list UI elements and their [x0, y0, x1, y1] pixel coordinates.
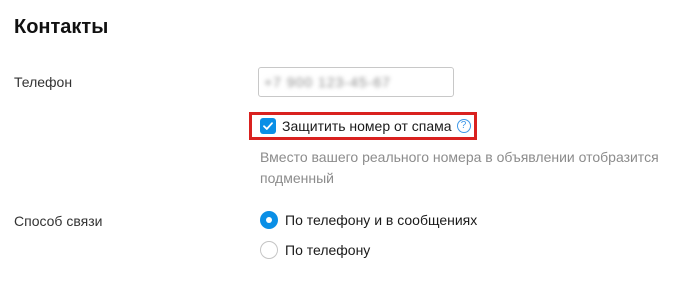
- section-title: Контакты: [14, 16, 109, 38]
- radio-label[interactable]: По телефону и в сообщениях: [285, 211, 477, 229]
- spam-protection-label[interactable]: Защитить номер от спама: [282, 117, 452, 135]
- spam-protection-checkbox-row[interactable]: Защитить номер от спама ?: [249, 112, 477, 140]
- help-icon[interactable]: ?: [456, 119, 471, 133]
- spam-protection-checkbox[interactable]: [260, 118, 276, 134]
- radio-unselected[interactable]: [260, 241, 278, 259]
- phone-input[interactable]: +7 900 123-45-67: [258, 67, 454, 97]
- check-icon: [263, 122, 273, 130]
- phone-value: +7 900 123-45-67: [264, 74, 391, 90]
- spam-protection-hint: Вместо вашего реального номера в объявле…: [260, 149, 659, 186]
- radio-label[interactable]: По телефону: [285, 241, 370, 259]
- contact-method-option-phone-and-messages[interactable]: По телефону и в сообщениях: [260, 211, 477, 229]
- contact-method-label: Способ связи: [14, 213, 103, 229]
- phone-label: Телефон: [14, 74, 73, 90]
- radio-selected[interactable]: [260, 211, 278, 229]
- contact-method-option-phone-only[interactable]: По телефону: [260, 241, 370, 259]
